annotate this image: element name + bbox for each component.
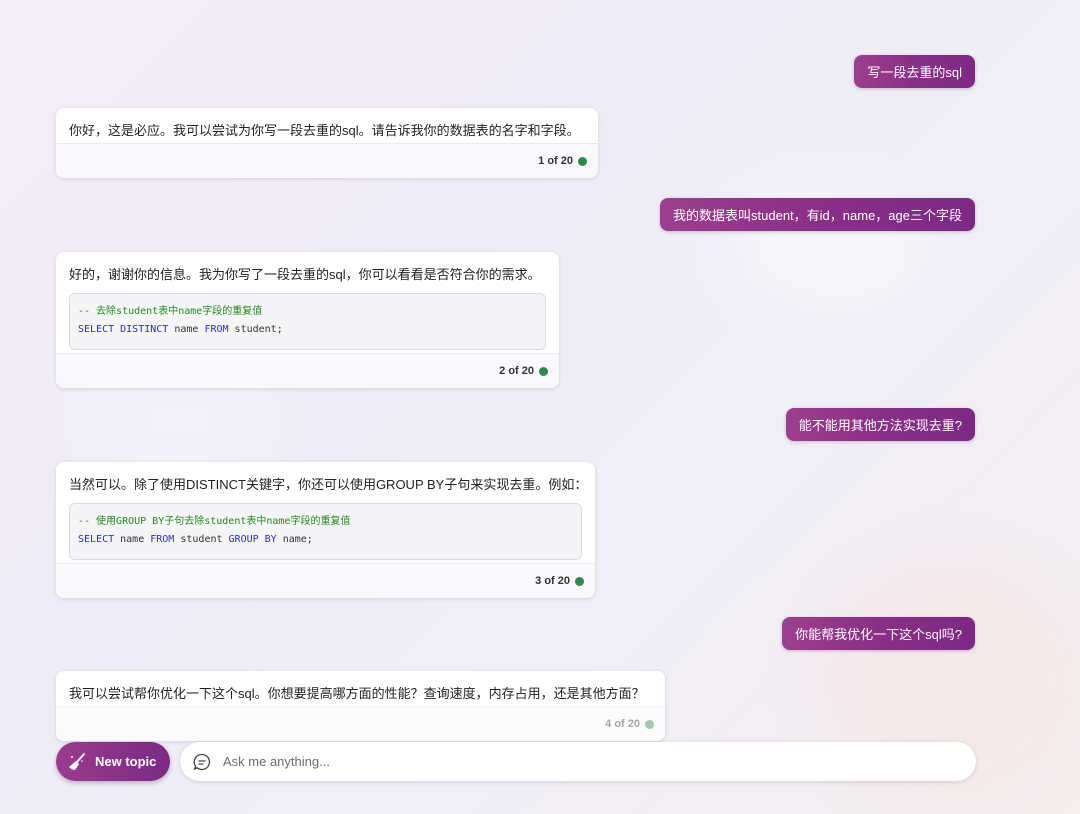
code-line: SELECT name FROM student GROUP BY name; <box>78 531 573 549</box>
chat-input[interactable] <box>221 753 925 770</box>
chat-thread: 写一段去重的sql 你好，这是必应。我可以尝试为你写一段去重的sql。请告诉我你… <box>0 0 1080 814</box>
code-line: SELECT DISTINCT name FROM student; <box>78 321 537 339</box>
code-text: name; <box>276 534 313 545</box>
chat-bubble-icon <box>192 752 212 772</box>
message-footer: 1 of 20 <box>56 143 598 178</box>
response-counter: 1 of 20 <box>538 155 573 167</box>
status-dot-icon <box>578 156 587 166</box>
message-footer: 4 of 20 <box>56 706 665 741</box>
code-block[interactable]: -- 去除student表中name字段的重复值 SELECT DISTINCT… <box>69 293 546 350</box>
user-message: 你能帮我优化一下这个sql吗? <box>782 617 975 650</box>
new-topic-label: New topic <box>95 754 157 769</box>
bot-message: 你好，这是必应。我可以尝试为你写一段去重的sql。请告诉我你的数据表的名字和字段… <box>56 108 598 178</box>
status-dot-icon <box>645 719 654 729</box>
code-comment: -- 去除student表中name字段的重复值 <box>78 306 263 317</box>
broom-icon <box>67 752 87 772</box>
code-text: name <box>114 534 151 545</box>
response-counter: 3 of 20 <box>535 575 570 587</box>
response-counter: 2 of 20 <box>499 365 534 377</box>
user-message: 我的数据表叫student，有id，name，age三个字段 <box>660 198 975 231</box>
status-dot-icon <box>539 366 548 376</box>
code-keyword: FROM <box>204 324 229 335</box>
code-keyword: GROUP BY <box>228 534 277 545</box>
bot-message-text: 好的，谢谢你的信息。我为你写了一段去重的sql，你可以看看是否符合你的需求。 <box>69 267 541 282</box>
code-text: name <box>168 324 205 335</box>
chat-input-box[interactable] <box>180 742 976 781</box>
code-text: student; <box>228 324 283 335</box>
code-text: student <box>174 534 229 545</box>
user-message: 写一段去重的sql <box>854 55 975 88</box>
code-block[interactable]: -- 使用GROUP BY子句去除student表中name字段的重复值 SEL… <box>69 503 582 560</box>
code-keyword: SELECT <box>78 534 115 545</box>
code-comment: -- 使用GROUP BY子句去除student表中name字段的重复值 <box>78 516 351 527</box>
bot-message-text: 我可以尝试帮你优化一下这个sql。你想要提高哪方面的性能？查询速度，内存占用，还… <box>69 686 645 701</box>
response-counter: 4 of 20 <box>605 718 640 730</box>
bot-message: 当然可以。除了使用DISTINCT关键字，你还可以使用GROUP BY子句来实现… <box>56 462 595 598</box>
bot-message-text: 当然可以。除了使用DISTINCT关键字，你还可以使用GROUP BY子句来实现… <box>69 477 588 492</box>
bot-message-text: 你好，这是必应。我可以尝试为你写一段去重的sql。请告诉我你的数据表的名字和字段… <box>69 123 580 138</box>
bot-message: 我可以尝试帮你优化一下这个sql。你想要提高哪方面的性能？查询速度，内存占用，还… <box>56 671 665 741</box>
message-footer: 2 of 20 <box>56 353 559 388</box>
code-keyword: FROM <box>150 534 175 545</box>
composer-bar: New topic <box>56 742 976 782</box>
status-dot-icon <box>575 576 584 586</box>
code-keyword: SELECT DISTINCT <box>78 324 169 335</box>
bot-message: 好的，谢谢你的信息。我为你写了一段去重的sql，你可以看看是否符合你的需求。 -… <box>56 252 559 388</box>
user-message: 能不能用其他方法实现去重? <box>785 408 975 441</box>
message-footer: 3 of 20 <box>56 563 595 598</box>
new-topic-button[interactable]: New topic <box>56 742 170 781</box>
